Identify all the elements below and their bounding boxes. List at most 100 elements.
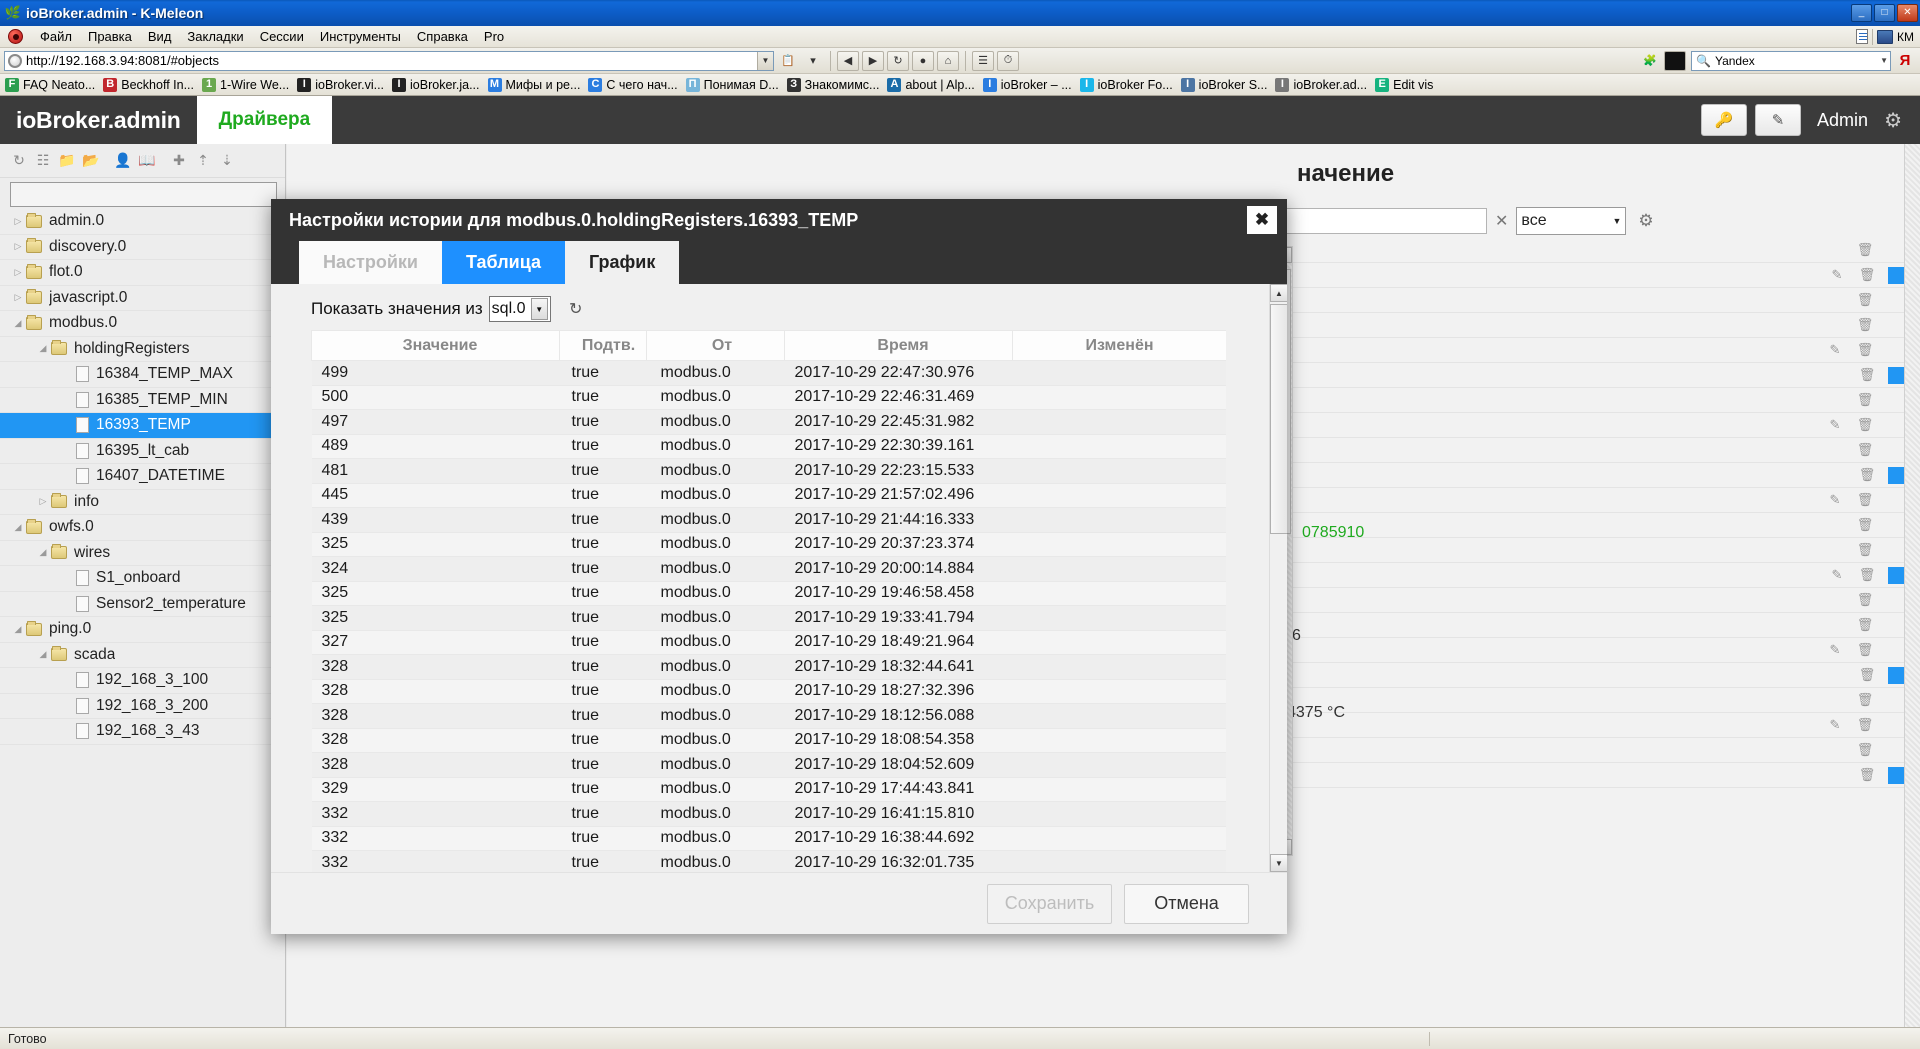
tree-item[interactable]: ▷ flot.0 [0,260,285,286]
chevron-right-icon[interactable]: ▷ [35,496,51,507]
table-row[interactable]: 325 true modbus.0 2017-10-29 19:46:58.458 [311,581,1226,606]
tree-item[interactable]: ▷ javascript.0 [0,286,285,311]
refresh-icon[interactable]: ↻ [8,150,30,172]
chevron-right-icon[interactable]: ▷ [10,292,26,303]
trash-icon[interactable]: 🗑 [1856,492,1874,508]
table-row[interactable]: 500 true modbus.0 2017-10-29 22:46:31.469 [311,385,1226,410]
tree-item[interactable]: 16384_TEMP_MAX [0,362,285,388]
trash-icon[interactable]: 🗑 [1856,592,1874,608]
table-row[interactable]: 324 true modbus.0 2017-10-29 20:00:14.884 [311,556,1226,582]
search-engine-selector[interactable]: 🔍 Yandex ▼ [1691,50,1891,71]
chevron-right-icon[interactable]: ▷ [10,241,26,252]
tree-item[interactable]: 192_168_3_43 [0,719,285,745]
dialog-scrollbar-thumb[interactable] [1270,304,1287,534]
values-scope-select[interactable]: все ▼ [1516,207,1627,235]
bookmark-item[interactable]: F FAQ Neato... [2,77,100,93]
home-button[interactable]: ⌂ [937,50,959,71]
trash-icon[interactable]: 🗑 [1856,392,1874,408]
gear-icon[interactable]: ⚙ [1884,108,1908,133]
trash-icon[interactable]: 🗑 [1856,517,1874,533]
tree-item[interactable]: ◢ holdingRegisters [0,337,285,362]
table-row[interactable]: 325 true modbus.0 2017-10-29 20:37:23.374 [311,532,1226,557]
col-changed[interactable]: Изменён [1012,330,1226,361]
menu-bookmarks[interactable]: Закладки [179,27,251,46]
table-row[interactable]: 489 true modbus.0 2017-10-29 22:30:39.161 [311,434,1226,459]
back-button[interactable]: ◀ [837,50,859,71]
tree-item[interactable]: ▷ info [0,490,285,515]
chart-icon[interactable] [1888,366,1904,384]
trash-icon[interactable]: 🗑 [1858,367,1876,383]
trash-icon[interactable]: 🗑 [1856,242,1874,258]
tree-item[interactable]: Sensor2_temperature [0,592,285,617]
chart-icon[interactable] [1888,466,1904,484]
chart-icon[interactable] [1888,266,1904,284]
trash-icon[interactable]: 🗑 [1858,267,1876,283]
tree-item[interactable]: 192_168_3_100 [0,668,285,694]
col-time[interactable]: Время [784,330,1013,361]
bookmark-item[interactable]: IioBroker.ad... [1272,77,1372,93]
chevron-down-icon[interactable]: ◢ [35,547,51,558]
pencil-icon[interactable]: ✎ [1826,492,1844,508]
chart-icon[interactable] [1888,566,1904,584]
tree-item[interactable]: S1_onboard [0,566,285,592]
bookmark-item[interactable]: З Знакомимс... [784,77,885,93]
tree-item[interactable]: 16407_DATETIME [0,464,285,490]
bookmark-item[interactable]: E Edit vis [1372,77,1438,93]
tree-item[interactable]: ◢ modbus.0 [0,311,285,337]
table-row[interactable]: 328 true modbus.0 2017-10-29 18:32:44.641 [311,654,1226,680]
minimize-button[interactable]: _ [1851,4,1872,22]
pencil-icon[interactable]: ✎ [1826,642,1844,658]
tab-settings[interactable]: Настройки [299,241,442,284]
trash-icon[interactable]: 🗑 [1856,292,1874,308]
tree-item[interactable]: ◢ scada [0,643,285,668]
trash-icon[interactable]: 🗑 [1856,642,1874,658]
chevron-down-icon[interactable]: ◢ [35,649,51,660]
col-ack[interactable]: Подтв. [559,330,647,361]
gear-icon[interactable]: ⚙ [1630,211,1653,231]
page-scrollbar-vertical[interactable] [1904,144,1920,1049]
table-row[interactable]: 332 true modbus.0 2017-10-29 16:32:01.735 [311,850,1226,872]
table-row[interactable]: 499 true modbus.0 2017-10-29 22:47:30.976 [311,360,1226,386]
tree-item[interactable]: 16385_TEMP_MIN [0,388,285,413]
trash-icon[interactable]: 🗑 [1856,742,1874,758]
book-icon[interactable]: 📖 [136,150,158,172]
menu-file[interactable]: Файл [32,27,80,46]
pencil-icon[interactable]: ✎ [1755,104,1802,136]
trash-icon[interactable]: 🗑 [1858,667,1876,683]
save-button[interactable]: Сохранить [987,883,1112,924]
url-dropdown-icon[interactable]: ▼ [757,51,773,70]
history-sidebar-icon[interactable]: ⏱ [997,50,1019,71]
close-icon[interactable]: ✕ [1491,211,1512,231]
plus-icon[interactable]: ✚ [168,150,190,172]
tree-item[interactable]: ▷ discovery.0 [0,235,285,260]
trash-icon[interactable]: 🗑 [1858,467,1876,483]
table-row[interactable]: 481 true modbus.0 2017-10-29 22:23:15.533 [311,458,1226,484]
folder-closed-icon[interactable]: 📁 [56,150,78,172]
chevron-down-icon[interactable]: ◢ [10,522,26,533]
bookmark-item[interactable]: IioBroker.vi... [294,77,389,93]
scroll-down-icon[interactable]: ▼ [1270,854,1287,872]
chevron-right-icon[interactable]: ▷ [10,216,26,227]
values-filter-input[interactable] [1277,208,1487,234]
trash-icon[interactable]: 🗑 [1858,567,1876,583]
bookmark-item[interactable]: IioBroker S... [1178,77,1273,93]
table-row[interactable]: 328 true modbus.0 2017-10-29 18:12:56.088 [311,703,1226,729]
chart-icon[interactable] [1888,666,1904,684]
trash-icon[interactable]: 🗑 [1856,442,1874,458]
table-row[interactable]: 329 true modbus.0 2017-10-29 17:44:43.841 [311,777,1226,802]
pencil-icon[interactable]: ✎ [1826,717,1844,733]
table-row[interactable]: 328 true modbus.0 2017-10-29 18:27:32.396 [311,679,1226,704]
forward-button[interactable]: ▶ [862,50,884,71]
bookmark-item[interactable]: П Понимая D... [683,77,784,93]
refresh-icon[interactable]: ↻ [563,296,589,322]
bookmark-item[interactable]: IioBroker.ja... [389,77,484,93]
url-text[interactable]: http://192.168.3.94:8081/#objects [26,53,757,68]
trash-icon[interactable]: 🗑 [1856,542,1874,558]
chevron-down-icon[interactable]: ◢ [10,624,26,635]
tree-item[interactable]: ▷ admin.0 [0,209,285,235]
columns-icon[interactable]: ☷ [32,150,54,172]
tree-item[interactable]: ◢ owfs.0 [0,515,285,541]
dialog-scrollbar[interactable]: ▲ ▼ [1269,284,1287,872]
close-icon[interactable]: ✖ [1247,206,1277,234]
pencil-icon[interactable]: ✎ [1828,267,1846,283]
